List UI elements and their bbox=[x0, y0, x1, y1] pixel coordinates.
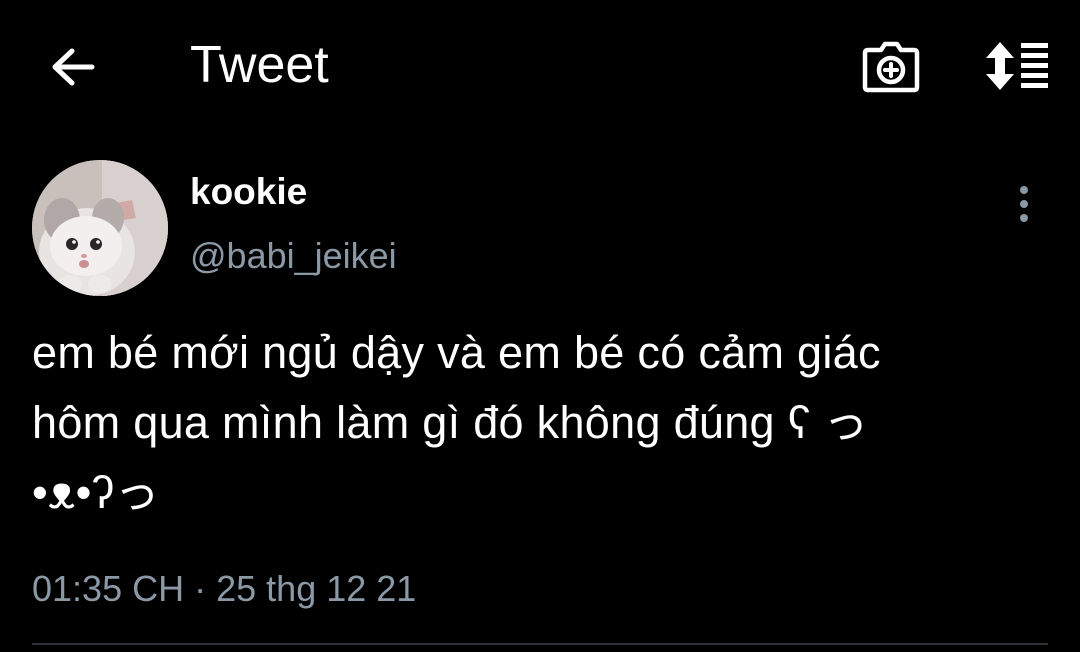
tweet-text-line: em bé mới ngủ dậy và em bé có cảm giác bbox=[32, 327, 881, 378]
display-name[interactable]: kookie bbox=[190, 170, 307, 214]
top-app-bar: Tweet bbox=[0, 0, 1080, 130]
back-button[interactable] bbox=[46, 40, 100, 94]
kitten-avatar-image bbox=[32, 160, 168, 296]
avatar[interactable] bbox=[32, 160, 168, 296]
page-title: Tweet bbox=[190, 36, 329, 94]
user-handle[interactable]: @babi_jeikei bbox=[190, 234, 397, 278]
sort-toggle-icon bbox=[986, 42, 1048, 90]
meta-separator: · bbox=[194, 568, 207, 609]
arrow-left-icon bbox=[52, 48, 95, 86]
tweet-text: em bé mới ngủ dậy và em bé có cảm giác h… bbox=[32, 318, 1042, 528]
camera-plus-icon bbox=[862, 41, 920, 93]
tweet-time: 01:35 CH bbox=[32, 568, 185, 609]
more-vertical-icon bbox=[1020, 186, 1028, 222]
divider bbox=[32, 643, 1048, 645]
tweet-timestamp: 01:35 CH · 25 thg 12 21 bbox=[32, 566, 416, 612]
tweet-date: 25 thg 12 21 bbox=[216, 568, 417, 609]
camera-button[interactable] bbox=[860, 38, 922, 96]
timeline-sort-button[interactable] bbox=[980, 38, 1052, 94]
more-options-button[interactable] bbox=[1002, 182, 1046, 226]
tweet-text-line: hôm qua mình làm gì đó không đúng ʕ っ bbox=[32, 397, 869, 448]
tweet-text-line: •ᴥ•ʔっ bbox=[32, 467, 160, 518]
